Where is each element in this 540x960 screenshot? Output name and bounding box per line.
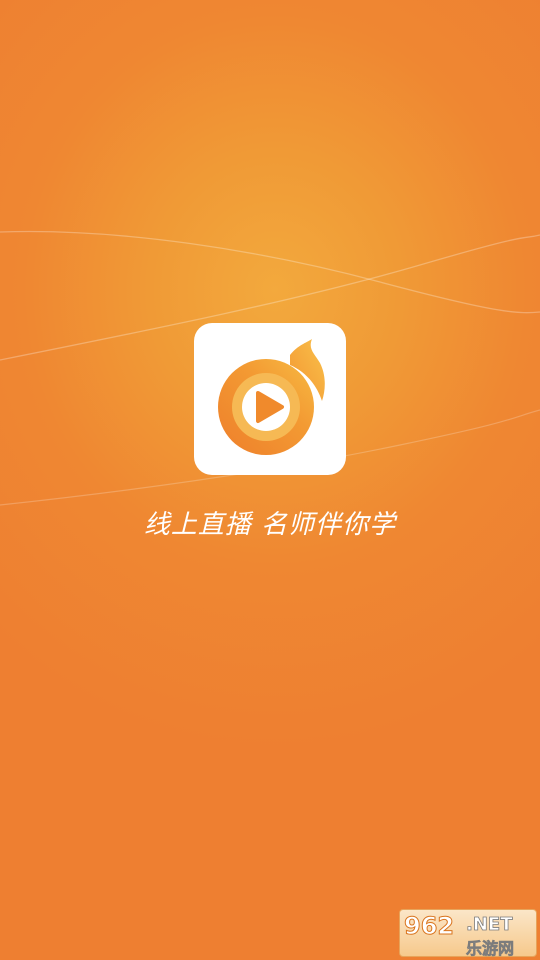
app-logo	[194, 323, 346, 475]
watermark-badge: 962 .NET 乐游网	[399, 909, 537, 959]
flame-play-logo-icon	[218, 339, 325, 455]
watermark-site-name: 乐游网	[466, 939, 515, 959]
watermark-number: 962	[403, 912, 455, 941]
wave-line	[0, 230, 540, 314]
watermark-suffix: .NET	[466, 914, 513, 936]
slogan-text: 线上直播 名师伴你学	[143, 510, 397, 540]
splash-screen: 线上直播 名师伴你学 962 .NET 乐游网	[0, 0, 540, 960]
background-wave-lines	[0, 230, 540, 506]
